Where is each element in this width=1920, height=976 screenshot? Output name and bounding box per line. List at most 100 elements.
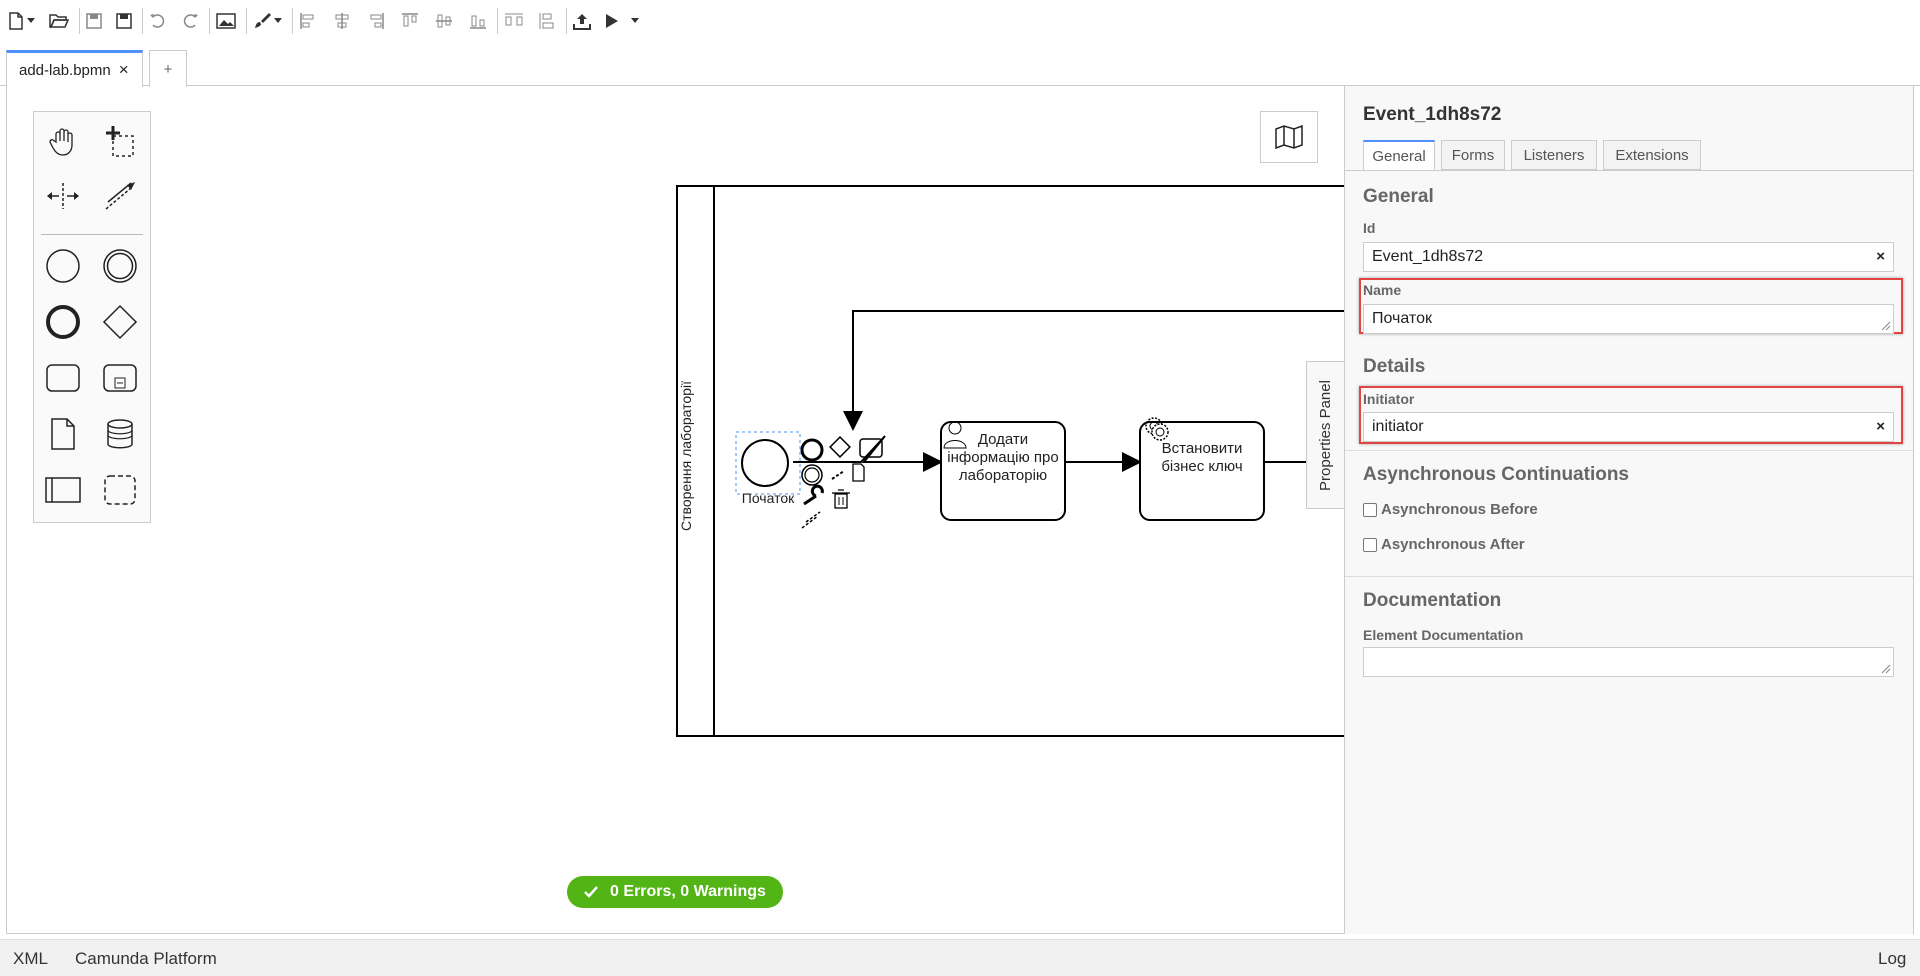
align-top-icon — [402, 13, 418, 27]
minimap-toggle[interactable] — [1260, 111, 1318, 163]
text-annotation-tool-icon[interactable] — [852, 463, 865, 482]
export-image-button[interactable] — [216, 6, 236, 36]
tabs-divider — [1345, 170, 1913, 171]
hand-tool[interactable] — [43, 121, 83, 161]
tab-general[interactable]: General — [1363, 140, 1435, 171]
data-store-tool[interactable] — [100, 414, 140, 454]
start-event[interactable] — [741, 439, 789, 487]
new-file-button[interactable] — [8, 6, 35, 36]
end-event-tool[interactable] — [43, 302, 83, 342]
bpmn-diagram — [676, 185, 1345, 737]
chevron-down-icon[interactable] — [27, 18, 35, 24]
upload-icon — [573, 14, 591, 30]
redo-button[interactable] — [181, 6, 199, 36]
close-icon[interactable]: × — [119, 60, 129, 80]
save-button[interactable] — [86, 6, 102, 36]
add-tab-button[interactable]: + — [149, 50, 187, 87]
name-input[interactable]: Початок — [1363, 304, 1894, 334]
align-center-icon — [335, 13, 349, 29]
tab-listeners[interactable]: Listeners — [1511, 140, 1597, 170]
toolbar — [0, 0, 1920, 42]
resize-grip-icon[interactable] — [1881, 321, 1891, 331]
tab-forms[interactable]: Forms — [1441, 140, 1505, 170]
section-divider — [1345, 576, 1913, 577]
align-bottom-icon — [470, 15, 486, 29]
section-async-title: Asynchronous Continuations — [1363, 464, 1629, 485]
tab-extensions[interactable]: Extensions — [1603, 140, 1701, 170]
data-object-tool[interactable] — [43, 414, 83, 454]
distribute-horizontal-icon — [505, 13, 523, 26]
align-right-button[interactable] — [367, 6, 385, 36]
trash-icon[interactable] — [832, 489, 850, 509]
align-center-button[interactable] — [333, 6, 351, 36]
color-picker-button[interactable] — [253, 6, 282, 36]
xml-button[interactable]: XML — [13, 949, 48, 969]
id-label: Id — [1363, 220, 1376, 236]
platform-indicator[interactable]: Camunda Platform — [75, 949, 217, 969]
save-icon — [86, 13, 102, 29]
properties-panel-toggle[interactable]: Properties Panel — [1306, 361, 1344, 509]
resize-grip-icon[interactable] — [1881, 664, 1891, 674]
connect-tool-icon[interactable] — [831, 470, 845, 480]
lasso-tool[interactable] — [100, 121, 140, 161]
chevron-down-icon[interactable] — [274, 18, 282, 24]
chevron-down-icon[interactable] — [631, 18, 639, 24]
initiator-input[interactable]: initiator × — [1363, 412, 1894, 442]
service-task-label[interactable]: Встановити бізнес ключ — [1140, 440, 1264, 476]
documentation-input[interactable] — [1363, 647, 1894, 677]
async-after-checkbox[interactable]: Asynchronous After — [1363, 536, 1525, 553]
save-as-icon — [116, 13, 132, 29]
async-before-checkbox[interactable]: Asynchronous Before — [1363, 501, 1538, 518]
space-tool[interactable] — [43, 176, 83, 216]
sequence-flow-loop[interactable] — [843, 310, 1345, 431]
undo-button[interactable] — [149, 6, 167, 36]
diagram-canvas[interactable]: Створення лабораторії Початок Додати інф… — [6, 86, 1345, 934]
clear-initiator-icon[interactable]: × — [1876, 418, 1885, 435]
gateway-tool-icon[interactable] — [829, 436, 851, 458]
user-task-label[interactable]: Додати інформацію про лабораторію — [941, 431, 1065, 485]
start-event-tool[interactable] — [43, 246, 83, 286]
palette — [33, 111, 151, 523]
log-button[interactable]: Log — [1878, 949, 1906, 969]
palette-divider — [41, 234, 143, 235]
checkbox-box[interactable] — [1363, 537, 1377, 552]
start-event-label[interactable]: Початок — [731, 490, 805, 506]
wrench-icon[interactable] — [803, 484, 824, 506]
data-object-icon — [51, 418, 75, 450]
task-tool[interactable] — [43, 358, 83, 398]
distribute-horizontal-button[interactable] — [504, 6, 524, 36]
space-tool-icon — [47, 183, 79, 209]
end-event-tool-icon[interactable] — [800, 438, 824, 462]
open-file-button[interactable] — [49, 6, 69, 36]
status-badge[interactable]: 0 Errors, 0 Warnings — [567, 876, 783, 908]
align-top-button[interactable] — [401, 6, 419, 36]
subprocess-tool[interactable] — [100, 358, 140, 398]
checkbox-box[interactable] — [1363, 502, 1377, 517]
group-tool[interactable] — [100, 470, 140, 510]
id-input[interactable]: Event_1dh8s72 × — [1363, 242, 1894, 272]
start-instance-button[interactable] — [605, 6, 639, 36]
tab-bar: add-lab.bpmn × + — [0, 48, 1920, 87]
section-documentation-title: Documentation — [1363, 590, 1502, 611]
intermediate-event-tool[interactable] — [100, 246, 140, 286]
gateway-tool[interactable] — [100, 302, 140, 342]
align-left-button[interactable] — [299, 6, 317, 36]
task-icon — [46, 364, 80, 392]
save-as-button[interactable] — [116, 6, 132, 36]
tab-file[interactable]: add-lab.bpmn × — [6, 50, 143, 87]
align-bottom-button[interactable] — [469, 6, 487, 36]
participant-tool[interactable] — [43, 470, 83, 510]
status-text: 0 Errors, 0 Warnings — [610, 883, 766, 900]
properties-panel-toggle-label: Properties Panel — [1317, 379, 1334, 491]
map-icon — [1275, 125, 1303, 149]
clear-id-icon[interactable]: × — [1876, 248, 1885, 265]
align-middle-button[interactable] — [435, 6, 453, 36]
global-connect-tool[interactable] — [100, 176, 140, 216]
deploy-button[interactable] — [573, 6, 591, 36]
association-tool-icon[interactable] — [801, 511, 821, 529]
status-bar: XML Camunda Platform Log — [0, 939, 1920, 976]
documentation-label: Element Documentation — [1363, 627, 1524, 643]
image-icon — [216, 13, 236, 29]
distribute-vertical-button[interactable] — [538, 6, 556, 36]
subprocess-icon — [103, 364, 137, 392]
